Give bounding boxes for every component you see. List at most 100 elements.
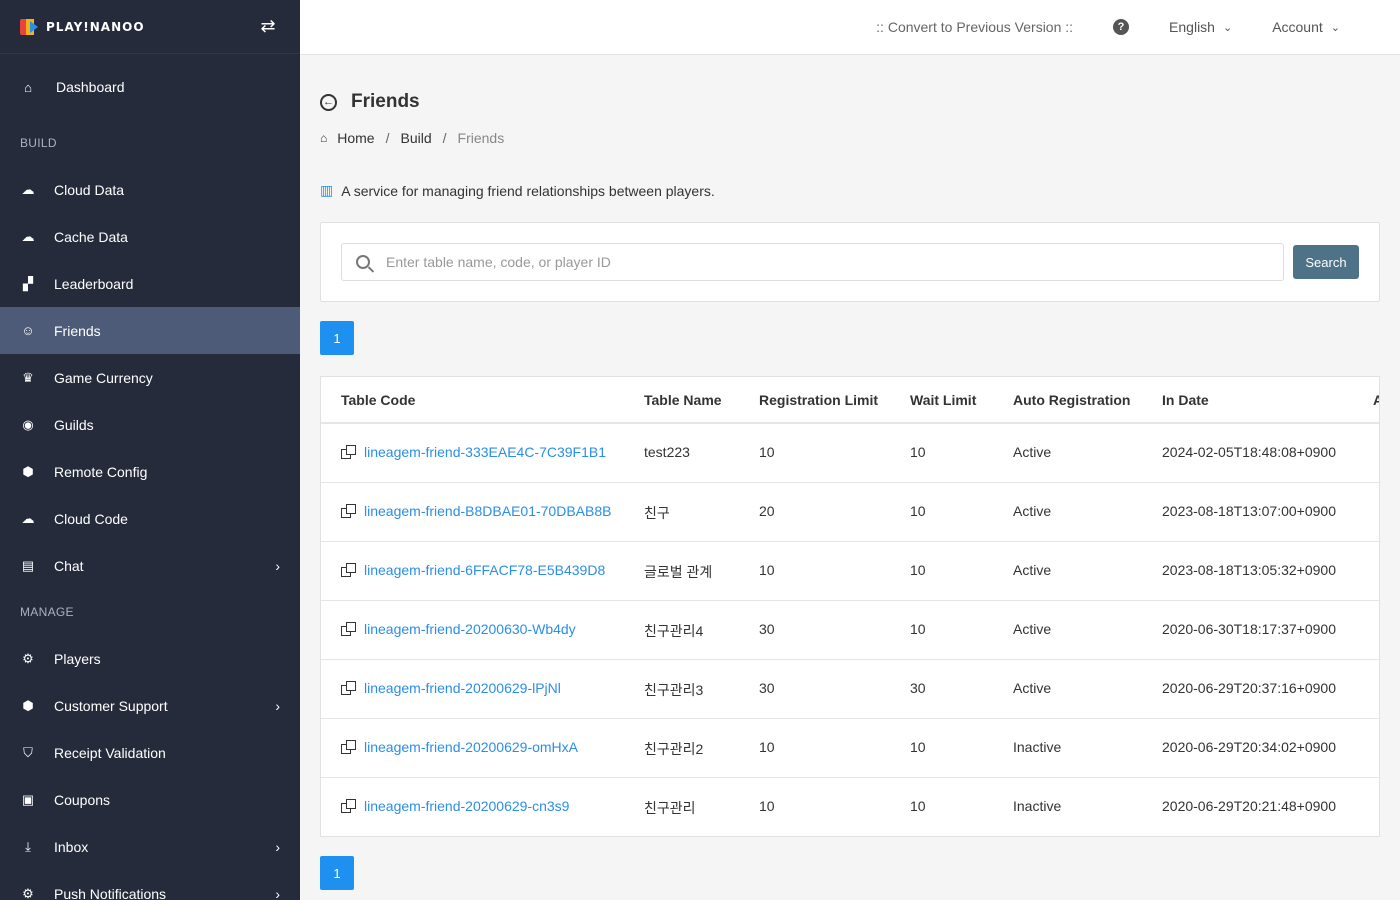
table-code-text: lineagem-friend-20200629-lPjNl bbox=[364, 680, 561, 696]
chevron-down-icon: ⌄ bbox=[1330, 21, 1340, 34]
sidebar-item-label: Chat bbox=[54, 557, 84, 574]
sidebar-item-inbox[interactable]: ⤓ Inbox › bbox=[0, 823, 300, 870]
sidebar-item-customer-support[interactable]: ⬢ Customer Support › bbox=[0, 682, 300, 729]
account-label: Account bbox=[1272, 19, 1323, 35]
col-truncated[interactable]: A bbox=[1373, 392, 1379, 408]
account-menu[interactable]: Account ⌄ bbox=[1272, 19, 1340, 35]
table-code-link[interactable]: lineagem-friend-20200629-omHxA bbox=[341, 739, 578, 755]
col-table-name[interactable]: Table Name bbox=[644, 392, 722, 408]
wait-limit-cell: 10 bbox=[910, 798, 926, 814]
col-table-code[interactable]: Table Code bbox=[341, 392, 415, 408]
auto-registration-cell: Active bbox=[1013, 680, 1052, 696]
registration-limit-cell: 10 bbox=[759, 798, 775, 814]
copy-icon[interactable] bbox=[341, 503, 357, 519]
sidebar-item-cloud-data[interactable]: ☁ Cloud Data bbox=[0, 166, 300, 213]
wait-limit-cell: 30 bbox=[910, 680, 926, 696]
in-date-cell: 2024-02-05T18:48:08+0900 bbox=[1162, 444, 1336, 460]
table-code-text: lineagem-friend-20200629-omHxA bbox=[364, 739, 579, 755]
wait-limit-cell: 10 bbox=[910, 621, 926, 637]
cloud-upload-icon: ☁ bbox=[21, 181, 35, 197]
users-icon: ☺ bbox=[21, 323, 35, 338]
sidebar-item-guilds[interactable]: ◉ Guilds bbox=[0, 401, 300, 448]
chevron-right-icon: › bbox=[275, 885, 280, 900]
table-row: lineagem-friend-20200630-Wb4dy 친구관리4 30 … bbox=[321, 601, 1379, 660]
search-button[interactable]: Search bbox=[1293, 245, 1359, 279]
table-header: Table Code Table Name Registration Limit… bbox=[321, 377, 1379, 424]
auto-registration-cell: Inactive bbox=[1013, 739, 1062, 755]
pagination-page-1[interactable]: 1 bbox=[320, 856, 354, 890]
col-registration-limit[interactable]: Registration Limit bbox=[759, 392, 878, 408]
table-code-text: lineagem-friend-333EAE4C-7C39F1B1 bbox=[364, 444, 607, 460]
copy-icon[interactable] bbox=[341, 739, 357, 755]
convert-version-link[interactable]: :: Convert to Previous Version :: bbox=[876, 19, 1073, 35]
breadcrumb-current: Friends bbox=[457, 130, 505, 146]
table-code-text: lineagem-friend-B8DBAE01-70DBAB8B bbox=[364, 503, 612, 519]
copy-icon[interactable] bbox=[341, 562, 357, 578]
breadcrumb-home[interactable]: Home bbox=[337, 130, 374, 146]
sidebar-item-remote-config[interactable]: ⬢ Remote Config bbox=[0, 448, 300, 495]
in-date-cell: 2020-06-29T20:37:16+0900 bbox=[1162, 680, 1336, 696]
copy-icon[interactable] bbox=[341, 444, 357, 460]
copy-icon[interactable] bbox=[341, 798, 357, 814]
sidebar-item-game-currency[interactable]: ♛ Game Currency bbox=[0, 354, 300, 401]
sidebar-item-label: Push Notifications bbox=[54, 885, 167, 900]
sidebar-item-friends[interactable]: ☺ Friends bbox=[0, 307, 300, 354]
back-arrow-icon[interactable]: ← bbox=[320, 93, 337, 111]
inbox-icon: ⤓ bbox=[25, 838, 31, 854]
breadcrumb: ⌂ Home / Build / Friends bbox=[320, 130, 504, 146]
cube-icon: ⬢ bbox=[22, 463, 34, 479]
copy-icon[interactable] bbox=[341, 621, 357, 637]
swap-project-icon[interactable]: ⇄ bbox=[256, 16, 280, 37]
col-in-date[interactable]: In Date bbox=[1162, 392, 1209, 408]
table-name-cell: test223 bbox=[644, 444, 690, 460]
brand-name: PLAY!NANOO bbox=[46, 19, 145, 34]
in-date-cell: 2020-06-29T20:21:48+0900 bbox=[1162, 798, 1336, 814]
sidebar-item-label: Inbox bbox=[54, 838, 89, 855]
auto-registration-cell: Active bbox=[1013, 503, 1052, 519]
col-auto-registration[interactable]: Auto Registration bbox=[1013, 392, 1130, 408]
sidebar-item-label: Cache Data bbox=[54, 228, 128, 245]
breadcrumb-build[interactable]: Build bbox=[401, 130, 432, 146]
table-code-link[interactable]: lineagem-friend-B8DBAE01-70DBAB8B bbox=[341, 503, 611, 519]
sidebar-item-cache-data[interactable]: ☁ Cache Data bbox=[0, 213, 300, 260]
wait-limit-cell: 10 bbox=[910, 562, 926, 578]
sidebar-item-label: Remote Config bbox=[54, 463, 148, 480]
registration-limit-cell: 10 bbox=[759, 562, 775, 578]
col-wait-limit[interactable]: Wait Limit bbox=[910, 392, 976, 408]
table-code-link[interactable]: lineagem-friend-333EAE4C-7C39F1B1 bbox=[341, 444, 606, 460]
sidebar-item-label: Leaderboard bbox=[54, 275, 134, 292]
table-code-link[interactable]: lineagem-friend-20200630-Wb4dy bbox=[341, 621, 576, 637]
table-code-link[interactable]: lineagem-friend-20200629-lPjNl bbox=[341, 680, 561, 696]
table-code-link[interactable]: lineagem-friend-6FFACF78-E5B439D8 bbox=[341, 562, 605, 578]
sidebar-item-receipt-validation[interactable]: ⛉ Receipt Validation bbox=[0, 729, 300, 776]
sidebar-item-dashboard[interactable]: ⌂ Dashboard bbox=[0, 54, 300, 120]
sidebar-item-coupons[interactable]: ▣ Coupons bbox=[0, 776, 300, 823]
wait-limit-cell: 10 bbox=[910, 444, 926, 460]
language-select[interactable]: English ⌄ bbox=[1169, 19, 1232, 35]
home-icon: ⌂ bbox=[24, 79, 32, 95]
sidebar-item-leaderboard[interactable]: ▞ Leaderboard bbox=[0, 260, 300, 307]
table-name-cell: 친구관리2 bbox=[644, 741, 704, 757]
table-code-text: lineagem-friend-20200629-cn3s9 bbox=[364, 798, 570, 814]
sidebar-item-chat[interactable]: ▤ Chat › bbox=[0, 542, 300, 589]
help-icon[interactable]: ? bbox=[1113, 19, 1130, 35]
section-label-manage: MANAGE bbox=[20, 605, 74, 619]
auto-registration-cell: Inactive bbox=[1013, 798, 1062, 814]
table-row: lineagem-friend-6FFACF78-E5B439D8 글로벌 관계… bbox=[321, 542, 1379, 601]
sidebar-item-push-notifications[interactable]: ⚙ Push Notifications › bbox=[0, 870, 300, 900]
pagination-page-1[interactable]: 1 bbox=[320, 321, 354, 355]
sidebar-item-cloud-code[interactable]: ☁ Cloud Code bbox=[0, 495, 300, 542]
page-description: ▥ A service for managing friend relation… bbox=[320, 182, 715, 199]
registration-limit-cell: 10 bbox=[759, 739, 775, 755]
page-title: Friends bbox=[351, 91, 420, 112]
table-name-cell: 친구 bbox=[644, 505, 670, 521]
sidebar-item-label: Cloud Code bbox=[54, 510, 128, 527]
sidebar-item-players[interactable]: ⚙ Players bbox=[0, 635, 300, 682]
search-input[interactable] bbox=[386, 254, 1266, 270]
table-row: lineagem-friend-20200629-lPjNl 친구관리3 30 … bbox=[321, 660, 1379, 719]
in-date-cell: 2023-08-18T13:05:32+0900 bbox=[1162, 562, 1336, 578]
copy-icon[interactable] bbox=[341, 680, 357, 696]
ticket-icon: ▣ bbox=[21, 791, 35, 807]
table-code-link[interactable]: lineagem-friend-20200629-cn3s9 bbox=[341, 798, 569, 814]
section-label-build: BUILD bbox=[20, 136, 57, 150]
